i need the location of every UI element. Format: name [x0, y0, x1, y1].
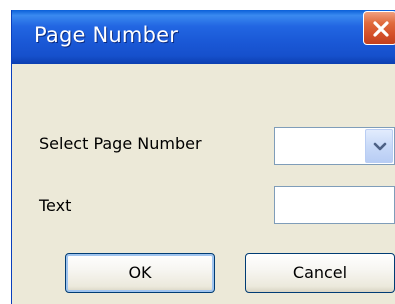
page-number-select[interactable] [274, 127, 395, 165]
ok-button[interactable]: OK [65, 253, 215, 293]
cancel-button[interactable]: Cancel [245, 253, 395, 293]
text-input[interactable] [274, 186, 395, 224]
select-page-number-label: Select Page Number [39, 134, 202, 153]
chevron-down-icon [373, 142, 387, 151]
page-number-dialog: Page Number Select Page Number Text OK C… [11, 10, 395, 304]
close-button[interactable] [363, 11, 395, 45]
dropdown-button[interactable] [365, 129, 393, 163]
close-icon [373, 21, 389, 37]
title-bar[interactable]: Page Number [12, 10, 395, 64]
text-label: Text [39, 196, 72, 215]
dialog-title: Page Number [34, 23, 179, 47]
